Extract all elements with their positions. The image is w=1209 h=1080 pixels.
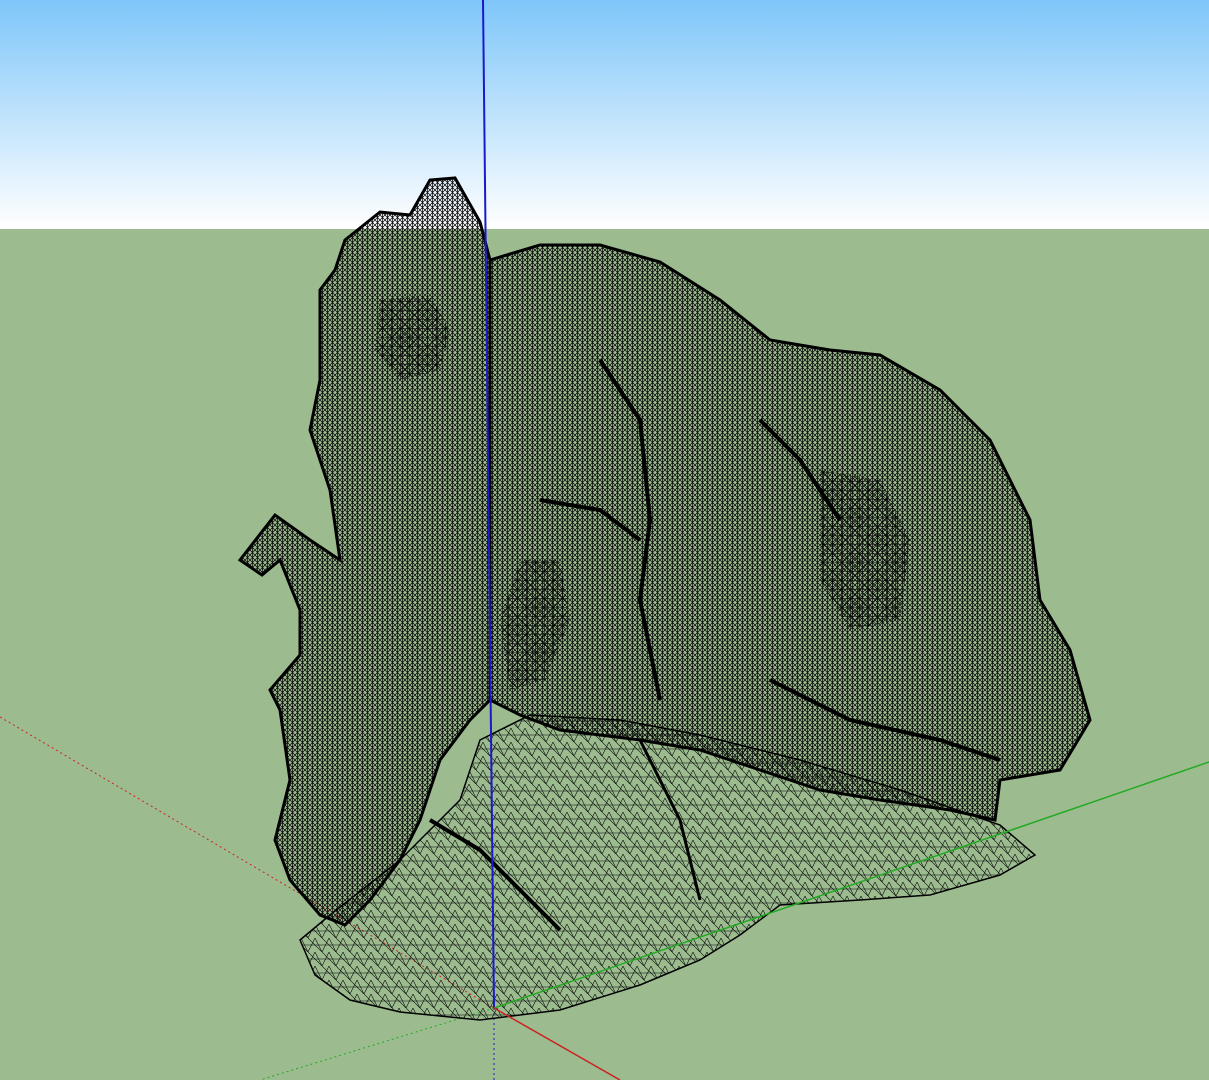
3d-viewport[interactable] [0, 0, 1209, 1080]
viewport-canvas[interactable] [0, 0, 1209, 1080]
sky-background [0, 0, 1209, 229]
